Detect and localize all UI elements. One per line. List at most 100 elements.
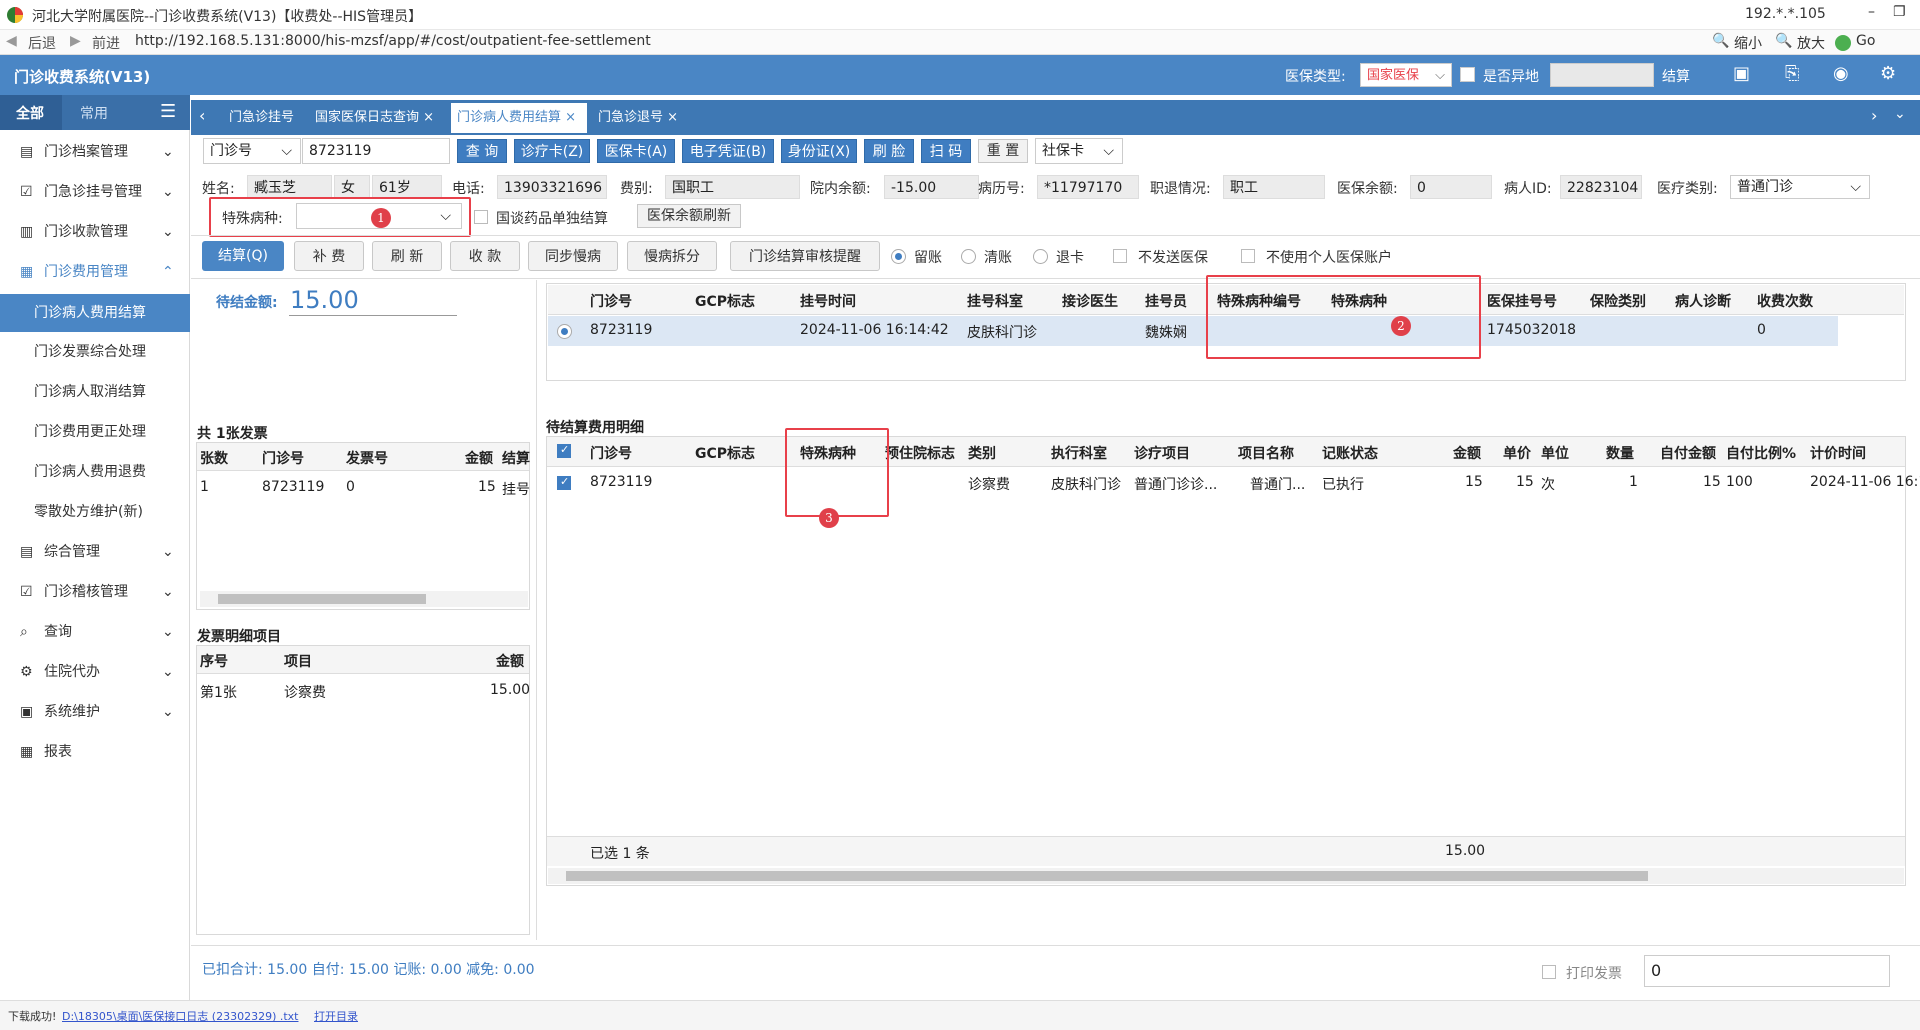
sidebar-subitem-prescription[interactable]: 零散处方维护(新) — [0, 494, 190, 530]
id-card-button[interactable]: 身份证(X) — [781, 139, 857, 163]
menu-icon[interactable]: ☰ — [160, 101, 176, 122]
close-icon[interactable]: × — [423, 110, 434, 125]
no-send-checkbox[interactable] — [1113, 249, 1127, 263]
e-cert-button[interactable]: 电子凭证(B) — [682, 139, 774, 163]
sync-button[interactable]: 同步慢病 — [528, 241, 618, 271]
review-button[interactable]: 门诊结算审核提醒 — [730, 241, 880, 271]
sidebar-subitem-refund[interactable]: 门诊病人费用退费 — [0, 454, 190, 490]
sidebar-item-query[interactable]: ⌕ 查询 ⌄ — [0, 614, 190, 650]
restore-icon[interactable]: ❐ — [1893, 4, 1906, 20]
tab-settlement[interactable]: 门诊病人费用结算 × — [451, 103, 587, 133]
cell: 已执行 — [1322, 477, 1364, 493]
sidebar-item-inpatient[interactable]: ⚙ 住院代办 ⌄ — [0, 654, 190, 690]
pid-value: 22823104 — [1567, 180, 1639, 196]
tab-next-icon[interactable]: › — [1871, 106, 1877, 125]
sidebar-tab-all[interactable]: 全部 — [16, 103, 44, 123]
go-icon[interactable] — [1835, 35, 1851, 51]
open-folder-link[interactable]: 打开目录 — [314, 1008, 358, 1024]
close-icon[interactable]: × — [667, 110, 678, 125]
zoom-in-button[interactable]: 放大 — [1797, 33, 1825, 53]
close-icon[interactable]: × — [565, 110, 576, 125]
print-checkbox[interactable] — [1542, 965, 1556, 979]
tab-cancel-reg[interactable]: 门急诊退号 × — [592, 103, 686, 133]
zoom-out-icon[interactable]: 🔍 — [1712, 33, 1729, 49]
chevron-down-icon[interactable]: ⌄ — [1894, 106, 1906, 122]
collect-button[interactable]: 收 款 — [450, 241, 520, 271]
card-icon[interactable]: ▣ — [1733, 63, 1750, 84]
sidebar-subitem-cancel[interactable]: 门诊病人取消结算 — [0, 374, 190, 410]
url-input[interactable]: http://192.168.5.131:8000/his-mzsf/app/#… — [135, 33, 651, 49]
table-row[interactable] — [548, 316, 1838, 346]
forward-button[interactable]: 前进 — [92, 33, 120, 53]
gear-icon: ⚙ — [20, 664, 33, 680]
row-checkbox[interactable] — [557, 475, 571, 490]
gear-icon[interactable]: ⚙ — [1880, 63, 1896, 84]
cell: 15 — [1516, 474, 1534, 490]
refresh-button[interactable]: 刷 新 — [372, 241, 442, 271]
no-personal-checkbox[interactable] — [1241, 249, 1255, 263]
settle-button[interactable]: 结算(Q) — [202, 241, 284, 271]
remote-input[interactable] — [1550, 63, 1654, 87]
eye-icon[interactable]: ◉ — [1833, 63, 1849, 84]
settle-header-button[interactable]: 结算 — [1662, 66, 1690, 86]
zoom-in-icon[interactable]: 🔍 — [1775, 33, 1792, 49]
scrollbar-thumb[interactable] — [218, 594, 426, 604]
sb-card-select[interactable]: 社保卡 ⌵ — [1035, 138, 1123, 164]
insurance-type-select[interactable]: 国家医保 ⌵ — [1360, 63, 1452, 87]
clear-radio[interactable] — [961, 249, 976, 264]
scan-button[interactable]: 扫 码 — [921, 139, 971, 163]
face-button[interactable]: 刷 脸 — [864, 139, 914, 163]
app-title: 门诊收费系统(V13) — [14, 68, 151, 86]
back-button[interactable]: 后退 — [28, 33, 56, 53]
tab-prev-icon[interactable]: ‹ — [199, 106, 205, 125]
go-button[interactable]: Go — [1856, 33, 1875, 49]
sidebar-item-reports[interactable]: ▦ 报表 — [0, 734, 190, 770]
select-all-checkbox[interactable] — [557, 443, 571, 458]
id-input[interactable]: 8723119 — [302, 138, 450, 164]
sidebar-item-general[interactable]: ▤ 综合管理 ⌄ — [0, 534, 190, 570]
forward-icon[interactable]: ▶ — [70, 33, 81, 49]
tab-ins-log[interactable]: 国家医保日志查询 × — [309, 103, 445, 133]
zoom-out-button[interactable]: 缩小 — [1734, 33, 1762, 53]
card-button[interactable]: 诊疗卡(Z) — [514, 139, 590, 163]
ins-card-button[interactable]: 医保卡(A) — [597, 139, 675, 163]
scrollbar-thumb[interactable] — [566, 871, 1648, 881]
export-icon[interactable]: ⎘ — [1785, 63, 1799, 84]
balance-value: -15.00 — [891, 180, 937, 196]
remote-checkbox[interactable] — [1460, 67, 1475, 82]
sidebar-item-registration[interactable]: ☑ 门急诊挂号管理 ⌄ — [0, 174, 190, 210]
sidebar-subitem-settlement[interactable]: 门诊病人费用结算 — [0, 294, 190, 332]
row-radio[interactable] — [557, 324, 572, 339]
scrollbar[interactable] — [200, 591, 528, 607]
log-file-link[interactable]: D:\18305\桌面\医保接口日志 (23302329) .txt — [62, 1008, 298, 1024]
scrollbar[interactable] — [548, 868, 1904, 884]
tab-label: 门诊病人费用结算 — [457, 110, 562, 125]
drug-checkbox[interactable] — [474, 210, 488, 224]
sidebar-subitem-invoice[interactable]: 门诊发票综合处理 — [0, 334, 190, 370]
med-type-select[interactable]: 普通门诊 ⌵ — [1730, 175, 1870, 199]
chevron-down-icon: ⌄ — [162, 544, 174, 560]
minimize-icon[interactable]: – — [1868, 4, 1875, 20]
supplement-button[interactable]: 补 费 — [294, 241, 364, 271]
sidebar-item-archive[interactable]: ▤ 门诊档案管理 ⌄ — [0, 134, 190, 170]
back-icon[interactable]: ◀ — [6, 33, 17, 49]
tab-registration[interactable]: 门急诊挂号 — [223, 103, 305, 133]
split-button[interactable]: 慢病拆分 — [627, 241, 717, 271]
print-input[interactable]: 0 — [1644, 955, 1890, 987]
app-root: { "window":{"title":"河北大学附属医院--门诊收费系统(V1… — [0, 0, 1920, 1030]
sidebar-item-audit[interactable]: ☑ 门诊稽核管理 ⌄ — [0, 574, 190, 610]
sidebar-item-fees[interactable]: ▦ 门诊费用管理 ⌃ — [0, 254, 190, 290]
refund-card-radio[interactable] — [1033, 249, 1048, 264]
refresh-ins-button[interactable]: 医保余额刷新 — [637, 204, 741, 228]
sidebar-tab-common[interactable]: 常用 — [80, 103, 108, 123]
sidebar-tabs: 全部 常用 ☰ — [0, 95, 190, 130]
drug-label: 国谈药品单独结算 — [496, 211, 608, 227]
reset-button[interactable]: 重 置 — [978, 139, 1028, 163]
query-button[interactable]: 查 询 — [457, 139, 507, 163]
sidebar-item-collection[interactable]: ▥ 门诊收款管理 ⌄ — [0, 214, 190, 250]
sidebar-item-label: 门急诊挂号管理 — [44, 184, 142, 200]
sidebar-subitem-correct[interactable]: 门诊费用更正处理 — [0, 414, 190, 450]
sidebar-item-system[interactable]: ▣ 系统维护 ⌄ — [0, 694, 190, 730]
id-type-select[interactable]: 门诊号 ⌵ — [203, 138, 301, 164]
keep-radio[interactable] — [891, 249, 906, 264]
